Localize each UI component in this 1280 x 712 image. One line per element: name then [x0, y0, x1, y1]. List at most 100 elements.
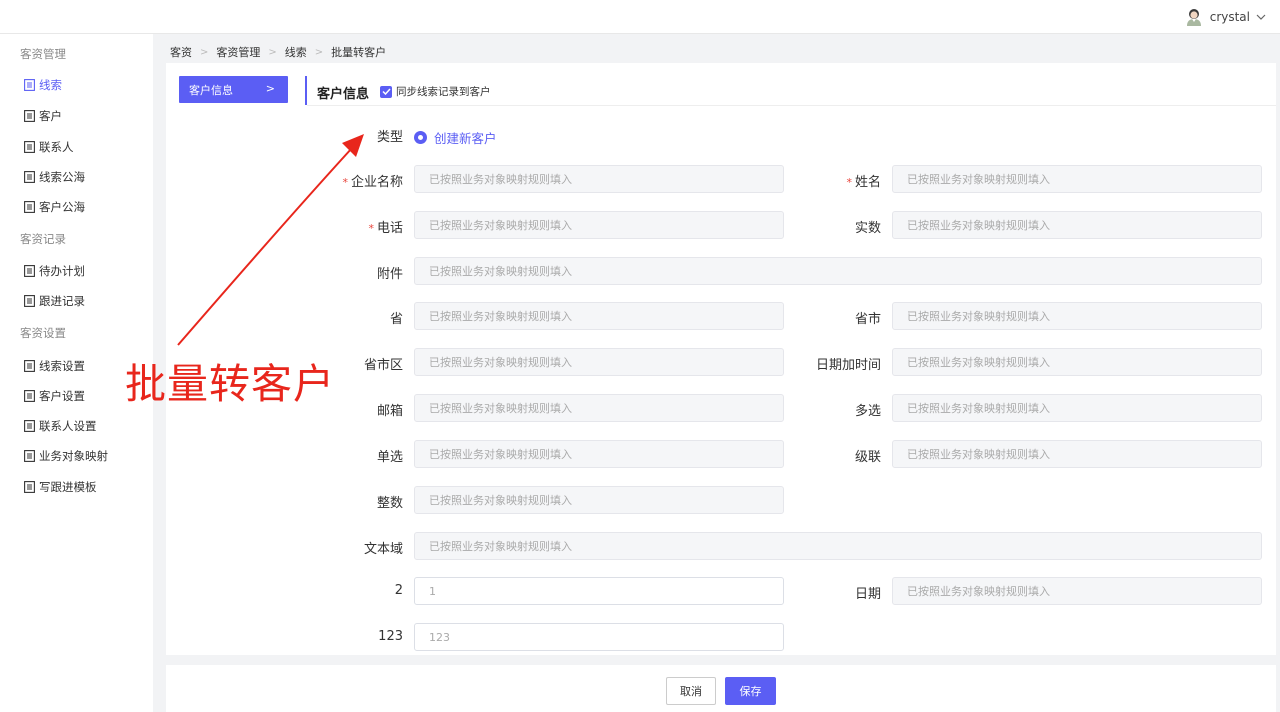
document-icon — [24, 110, 35, 122]
document-icon — [24, 450, 35, 462]
sidebar-item-customers[interactable]: 客户 — [24, 108, 62, 124]
sidebar-item-object-mapping[interactable]: 业务对象映射 — [24, 448, 108, 464]
sidebar-item-contacts[interactable]: 联系人 — [24, 139, 74, 155]
phone-label: * 电话 — [316, 217, 403, 236]
attachment-label: 附件 — [376, 267, 403, 282]
province-city-input[interactable]: 已按照业务对象映射规则填入 — [892, 302, 1262, 330]
name-label: * 姓名 — [796, 171, 881, 190]
chevron-right-icon: > — [265, 82, 275, 95]
top-bar: crystal — [0, 0, 1280, 34]
breadcrumb-separator-icon: > — [314, 46, 324, 58]
sidebar-item-customer-pool[interactable]: 客户公海 — [24, 199, 85, 215]
date-input[interactable]: 已按照业务对象映射规则填入 — [892, 577, 1262, 605]
actual-number-input[interactable]: 已按照业务对象映射规则填入 — [892, 211, 1262, 239]
sidebar-item-label: 写跟进模板 — [39, 480, 97, 494]
breadcrumb-separator-icon: > — [200, 46, 209, 58]
sidebar-item-contact-settings[interactable]: 联系人设置 — [24, 418, 97, 434]
sidebar-item-followups[interactable]: 跟进记录 — [24, 293, 85, 309]
single-select-input[interactable]: 已按照业务对象映射规则填入 — [414, 440, 784, 468]
breadcrumb-current: 批量转客户 — [331, 46, 387, 59]
sidebar-item-label: 客户公海 — [39, 200, 85, 214]
document-icon — [24, 390, 35, 402]
sidebar-item-label: 客户 — [39, 109, 62, 123]
type-label: 类型 — [376, 130, 403, 145]
province-city-district-input[interactable]: 已按照业务对象映射规则填入 — [414, 348, 784, 376]
name-input[interactable]: 已按照业务对象映射规则填入 — [892, 165, 1262, 193]
sidebar-item-label: 业务对象映射 — [39, 449, 108, 463]
province-input[interactable]: 已按照业务对象映射规则填入 — [414, 302, 784, 330]
save-button[interactable]: 保存 — [725, 677, 776, 705]
document-icon — [24, 420, 35, 432]
user-menu[interactable]: crystal — [1184, 6, 1266, 28]
datetime-input[interactable]: 已按照业务对象映射规则填入 — [892, 348, 1262, 376]
divider — [307, 105, 1276, 106]
document-icon — [24, 481, 35, 493]
required-asterisk: * — [846, 176, 852, 189]
field-2-label: 2 — [394, 583, 403, 598]
sidebar-item-followup-template[interactable]: 写跟进模板 — [24, 479, 97, 495]
textarea-label: 文本域 — [363, 542, 403, 557]
field-123-input[interactable]: 123 — [414, 623, 784, 651]
attachment-input[interactable]: 已按照业务对象映射规则填入 — [414, 257, 1262, 285]
document-icon — [24, 141, 35, 153]
cascade-label: 级联 — [854, 450, 881, 465]
document-icon — [24, 171, 35, 183]
sidebar-group-label: 客资记录 — [20, 232, 66, 246]
type-radio-new-customer[interactable]: 创建新客户 — [414, 128, 497, 147]
user-avatar-icon — [1186, 9, 1201, 26]
sidebar-item-label: 联系人 — [39, 140, 74, 154]
integer-input[interactable]: 已按照业务对象映射规则填入 — [414, 486, 784, 514]
breadcrumb-item[interactable]: 线索 — [285, 44, 307, 60]
annotation-text: 批量转客户 — [125, 360, 335, 408]
sync-records-checkbox[interactable]: 同步线索记录到客户 — [380, 84, 491, 99]
document-icon — [24, 295, 35, 307]
username: crystal — [1209, 10, 1250, 24]
document-icon — [24, 201, 35, 213]
integer-label: 整数 — [376, 496, 403, 511]
actual-number-label: 实数 — [854, 221, 881, 236]
chevron-down-icon — [1256, 14, 1266, 20]
company-label: * 企业名称 — [316, 171, 403, 190]
document-icon — [24, 360, 35, 372]
sidebar-item-todo[interactable]: 待办计划 — [24, 263, 85, 279]
section-indicator — [305, 76, 307, 105]
field-123-label: 123 — [378, 629, 403, 644]
required-asterisk: * — [342, 176, 348, 189]
phone-label-text: 电话 — [376, 221, 403, 236]
section-title: 客户信息 — [317, 87, 370, 102]
sidebar-group-label: 客资管理 — [20, 47, 66, 61]
field-2-input[interactable]: 1 — [414, 577, 784, 605]
required-asterisk: * — [368, 222, 374, 235]
single-select-label: 单选 — [376, 450, 403, 465]
breadcrumb-item[interactable]: 客资 — [170, 44, 192, 60]
sidebar-item-label: 客户设置 — [39, 389, 85, 403]
breadcrumb-item[interactable]: 客资管理 — [216, 44, 260, 60]
form-footer: 取消 保存 — [166, 665, 1276, 712]
document-icon — [24, 265, 35, 277]
sidebar-item-label: 线索 — [39, 78, 62, 92]
company-label-text: 企业名称 — [350, 175, 403, 190]
cascade-input[interactable]: 已按照业务对象映射规则填入 — [892, 440, 1262, 468]
sidebar-item-label: 线索公海 — [39, 170, 85, 184]
type-value: 创建新客户 — [434, 131, 497, 146]
step-customer-info[interactable]: 客户信息 > — [179, 76, 288, 103]
textarea-input[interactable]: 已按照业务对象映射规则填入 — [414, 532, 1262, 560]
sidebar-item-label: 线索设置 — [39, 359, 85, 373]
sidebar-item-label: 联系人设置 — [39, 419, 97, 433]
step-label: 客户信息 — [189, 83, 233, 97]
multi-select-label: 多选 — [854, 404, 881, 419]
date-label: 日期 — [854, 587, 881, 602]
company-input[interactable]: 已按照业务对象映射规则填入 — [414, 165, 784, 193]
sidebar-item-label: 跟进记录 — [39, 294, 85, 308]
sidebar-group-label: 客资设置 — [20, 326, 66, 340]
phone-input[interactable]: 已按照业务对象映射规则填入 — [414, 211, 784, 239]
checkbox-checked-icon — [380, 85, 392, 98]
email-input[interactable]: 已按照业务对象映射规则填入 — [414, 394, 784, 422]
multi-select-input[interactable]: 已按照业务对象映射规则填入 — [892, 394, 1262, 422]
sidebar-item-lead-pool[interactable]: 线索公海 — [24, 169, 85, 185]
sidebar-item-lead-settings[interactable]: 线索设置 — [24, 358, 85, 374]
sidebar-item-customer-settings[interactable]: 客户设置 — [24, 388, 85, 404]
cancel-button[interactable]: 取消 — [666, 677, 716, 705]
datetime-label: 日期加时间 — [815, 358, 881, 373]
sidebar-item-leads[interactable]: 线索 — [24, 77, 62, 93]
